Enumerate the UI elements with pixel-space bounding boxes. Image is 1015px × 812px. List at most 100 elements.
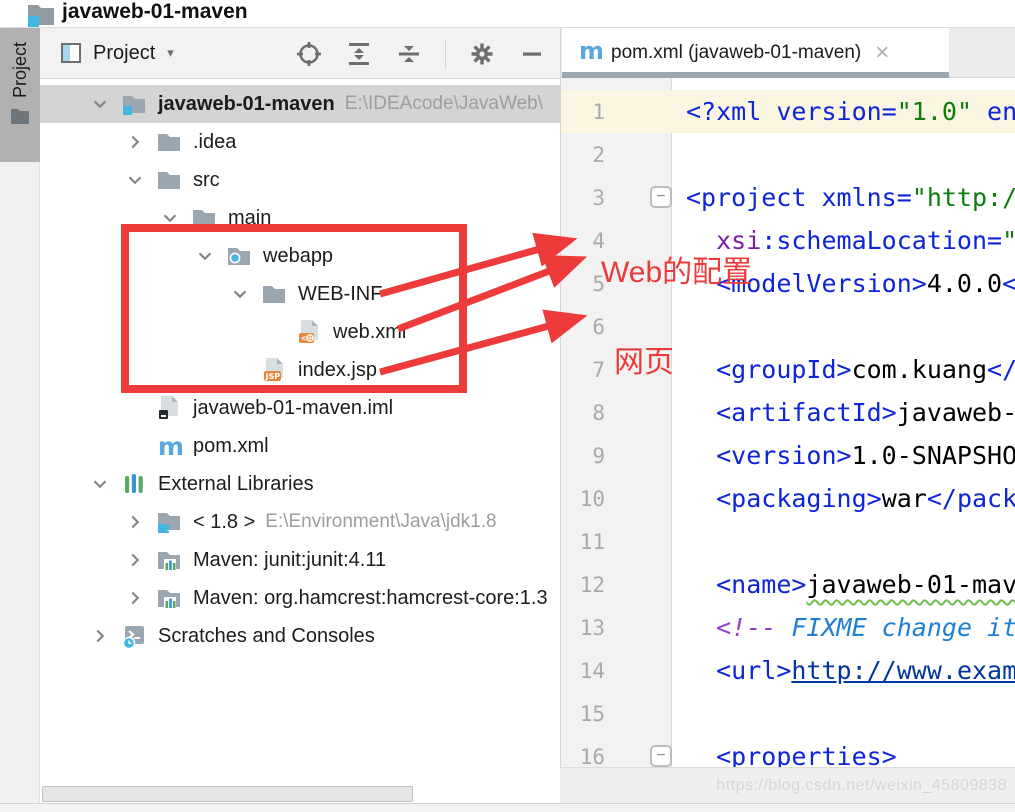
- folder-icon: [155, 166, 183, 194]
- tree-item-label: index.jsp: [298, 358, 377, 381]
- tree-item-external-libraries[interactable]: External Libraries: [40, 465, 560, 503]
- folder-jdk-icon: [155, 508, 183, 536]
- line-number: 10: [579, 486, 605, 511]
- tree-item-path: E:\Environment\Java\jdk1.8: [265, 511, 497, 532]
- gutter-cell: 13: [561, 606, 673, 649]
- tree-item-label: Maven: junit:junit:4.11: [193, 548, 387, 571]
- tree-item-webapp[interactable]: webapp: [40, 237, 560, 275]
- tree-item-web.xml[interactable]: < web.xml: [40, 313, 560, 351]
- code-text: <modelVersion>4.0.0</modelVersion>: [716, 269, 1015, 298]
- collapse-all-icon[interactable]: [395, 40, 423, 68]
- tree-item-label: src: [193, 168, 220, 191]
- folder-icon: [260, 280, 288, 308]
- gutter-cell: 12: [561, 563, 673, 606]
- chevron-collapsed-icon[interactable]: [121, 584, 149, 612]
- svg-text:JSP: JSP: [265, 372, 281, 381]
- tab-pom-xml[interactable]: m pom.xml (javaweb-01-maven) ×: [562, 28, 949, 78]
- chevron-expanded-icon[interactable]: [86, 90, 114, 118]
- folder-lib-icon: [155, 584, 183, 612]
- expand-all-icon[interactable]: [345, 40, 373, 68]
- line-number: 8: [592, 400, 605, 425]
- tree-item-label: main: [228, 206, 272, 229]
- project-view-selector[interactable]: Project ▾: [60, 42, 174, 65]
- line-number: 12: [579, 572, 605, 597]
- folder-icon: [190, 204, 218, 232]
- tree-item-web-inf[interactable]: WEB-INF: [40, 275, 560, 313]
- project-tool-window-label: Project: [9, 42, 30, 99]
- project-panel-hscrollbar[interactable]: [42, 786, 413, 802]
- tree-item-src[interactable]: src: [40, 161, 560, 199]
- tree-item-maven-org.hamcrest-hamcrest-core-1.3[interactable]: Maven: org.hamcrest:hamcrest-core:1.3: [40, 579, 560, 617]
- gutter-cell: 15: [561, 692, 673, 735]
- tree-item-javaweb-01-maven[interactable]: javaweb-01-maven E:\IDEAcode\JavaWeb\: [40, 85, 560, 123]
- chevron-collapsed-icon[interactable]: [86, 622, 114, 650]
- maven-icon: m: [576, 37, 604, 69]
- tree-item--1.8-[interactable]: < 1.8 > E:\Environment\Java\jdk1.8: [40, 503, 560, 541]
- editor-pane[interactable]: m pom.xml (javaweb-01-maven) × 1 <?xml ve…: [560, 28, 1015, 803]
- title-bar: javaweb-01-maven: [0, 0, 1015, 28]
- tree-item-.idea[interactable]: .idea: [40, 123, 560, 161]
- hide-icon[interactable]: [518, 40, 546, 68]
- file-webxml-icon: <: [295, 318, 323, 346]
- tree-item-label: .idea: [193, 130, 237, 153]
- gutter-cell: 6: [561, 305, 673, 348]
- fold-marker-icon[interactable]: −: [650, 186, 672, 208]
- ide-window: javaweb-01-maven Project Project ▾ javaw…: [0, 0, 1015, 812]
- line-number: 11: [579, 529, 605, 554]
- line-number: 3: [592, 185, 605, 210]
- chevron-expanded-icon[interactable]: [86, 470, 114, 498]
- gutter-cell: 11: [561, 520, 673, 563]
- chevron-down-icon: ▾: [167, 45, 174, 60]
- code-lines: 1 <?xml version="1.0" encoding="UTF-8"?> 2…: [561, 90, 1015, 767]
- line-number: 1: [592, 99, 605, 124]
- code-line-3: 3−<project xmlns="http://maven.apache.or…: [561, 176, 1015, 219]
- tree-item-scratches-and-consoles[interactable]: Scratches and Consoles: [40, 617, 560, 655]
- svg-text:<: <: [301, 334, 307, 344]
- project-tool-window-button[interactable]: Project: [0, 28, 40, 162]
- chevron-expanded-icon[interactable]: [156, 204, 184, 232]
- maven-icon: m: [155, 432, 183, 460]
- chevron-collapsed-icon[interactable]: [121, 508, 149, 536]
- gutter-cell: 10: [561, 477, 673, 520]
- tree-item-path: E:\IDEAcode\JavaWeb\: [344, 93, 543, 114]
- code-text: <name>javaweb-01-maven Maven Webapp</nam…: [716, 570, 1015, 599]
- tree-item-maven-junit-junit-4.11[interactable]: Maven: junit:junit:4.11: [40, 541, 560, 579]
- code-line-10: 10 <packaging>war</packaging>: [561, 477, 1015, 520]
- tab-label: pom.xml (javaweb-01-maven): [611, 42, 862, 63]
- close-icon[interactable]: ×: [875, 41, 889, 65]
- file-jsp-icon: JSP: [260, 356, 288, 384]
- tree-item-javaweb-01-maven.iml[interactable]: javaweb-01-maven.iml: [40, 389, 560, 427]
- gutter-cell: 1: [561, 90, 673, 133]
- code-editor[interactable]: 1 <?xml version="1.0" encoding="UTF-8"?> 2…: [561, 78, 1015, 767]
- code-line-12: 12 <name>javaweb-01-maven Maven Webapp</…: [561, 563, 1015, 606]
- panel-title: Project: [93, 41, 156, 64]
- project-tree: javaweb-01-maven E:\IDEAcode\JavaWeb\ .ide…: [40, 80, 560, 780]
- code-line-13: 13 <!-- FIXME change it to the project's…: [561, 606, 1015, 649]
- chevron-collapsed-icon[interactable]: [121, 128, 149, 156]
- tree-item-index.jsp[interactable]: JSP index.jsp: [40, 351, 560, 389]
- chevron-collapsed-icon[interactable]: [121, 546, 149, 574]
- folder-root-icon: [120, 90, 148, 118]
- code-line-2: 2: [561, 133, 1015, 176]
- gutter-cell: 8: [561, 391, 673, 434]
- fold-marker-icon[interactable]: −: [650, 745, 672, 767]
- code-text: <!-- FIXME change it to the project's we…: [716, 613, 1015, 642]
- settings-icon[interactable]: [468, 40, 496, 68]
- chevron-expanded-icon[interactable]: [191, 242, 219, 270]
- line-number: 14: [579, 658, 605, 683]
- tree-item-label: webapp: [263, 244, 334, 267]
- tree-item-pom.xml[interactable]: m pom.xml: [40, 427, 560, 465]
- code-line-16: 16 − <properties>: [561, 735, 1015, 767]
- code-line-11: 11: [561, 520, 1015, 563]
- chevron-expanded-icon[interactable]: [121, 166, 149, 194]
- tree-item-main[interactable]: main: [40, 199, 560, 237]
- gutter-cell: 4: [561, 219, 673, 262]
- code-text: xsi:schemaLocation="http://maven.apache.…: [716, 226, 1015, 255]
- code-text: <properties>: [716, 742, 897, 767]
- line-number: 13: [579, 615, 605, 640]
- chevron-expanded-icon[interactable]: [226, 280, 254, 308]
- toolbar-divider: [445, 38, 446, 69]
- locate-icon[interactable]: [295, 40, 323, 68]
- line-number: 5: [592, 271, 605, 296]
